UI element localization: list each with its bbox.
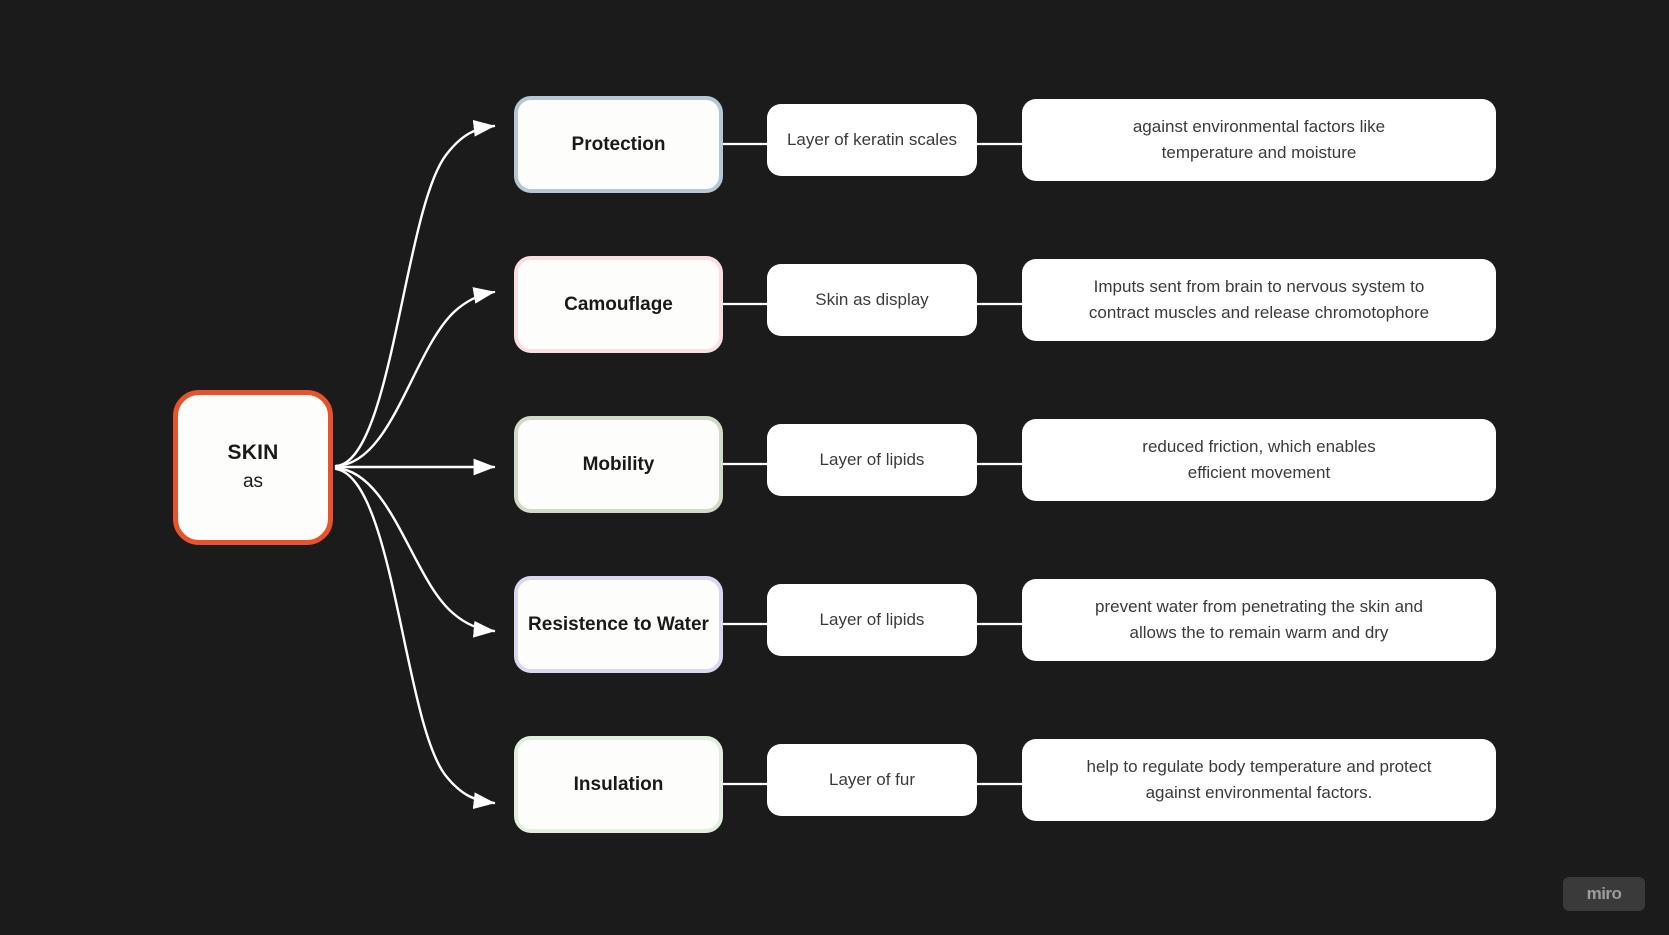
- detail-node-mobility[interactable]: reduced friction, which enables efficien…: [1022, 419, 1496, 501]
- branch-label: Camouflage: [564, 293, 673, 315]
- branch-node-resistence-to-water[interactable]: Resistence to Water: [514, 576, 723, 673]
- edge-root-to-camouflage: [334, 287, 496, 468]
- detail-label: reduced friction, which enables efficien…: [1142, 436, 1376, 482]
- root-node-skin[interactable]: SKIN as: [173, 390, 333, 545]
- mechanism-label: Layer of keratin scales: [786, 129, 958, 149]
- detail-node-protection[interactable]: against environmental factors like tempe…: [1022, 99, 1496, 181]
- root-node-subtitle: as: [242, 471, 264, 493]
- mechanism-label: Skin as display: [815, 289, 929, 309]
- branch-label: Mobility: [582, 453, 655, 475]
- mechanism-node-insulation[interactable]: Layer of fur: [767, 744, 977, 816]
- edge-root-to-resistence: [334, 466, 496, 638]
- detail-node-insulation[interactable]: help to regulate body temperature and pr…: [1022, 739, 1496, 821]
- mechanism-node-camouflage[interactable]: Skin as display: [767, 264, 977, 336]
- edge-root-to-insulation: [334, 467, 496, 810]
- branch-label: Insulation: [573, 773, 664, 795]
- mechanism-label: Layer of lipids: [819, 449, 925, 469]
- mechanism-node-resistence-to-water[interactable]: Layer of lipids: [767, 584, 977, 656]
- branch-node-insulation[interactable]: Insulation: [514, 736, 723, 833]
- detail-label: help to regulate body temperature and pr…: [1086, 756, 1432, 802]
- mechanism-label: Layer of lipids: [819, 609, 925, 629]
- root-node-title: SKIN: [227, 441, 279, 465]
- detail-label: against environmental factors like tempe…: [1132, 116, 1386, 162]
- branch-node-protection[interactable]: Protection: [514, 96, 723, 193]
- mechanism-node-mobility[interactable]: Layer of lipids: [767, 424, 977, 496]
- miro-watermark: miro: [1563, 877, 1645, 911]
- mechanism-label: Layer of fur: [829, 769, 915, 789]
- branch-node-mobility[interactable]: Mobility: [514, 416, 723, 513]
- detail-node-resistence-to-water[interactable]: prevent water from penetrating the skin …: [1022, 579, 1496, 661]
- detail-node-camouflage[interactable]: Imputs sent from brain to nervous system…: [1022, 259, 1496, 341]
- branch-label: Protection: [571, 133, 666, 155]
- detail-label: prevent water from penetrating the skin …: [1095, 596, 1423, 642]
- branch-node-camouflage[interactable]: Camouflage: [514, 256, 723, 353]
- detail-label: Imputs sent from brain to nervous system…: [1088, 276, 1430, 322]
- mechanism-node-protection[interactable]: Layer of keratin scales: [767, 104, 977, 176]
- edge-root-to-protection: [334, 119, 496, 468]
- mindmap-canvas: SKIN as Protection Camouflage Mobility R…: [0, 0, 1669, 935]
- branch-label: Resistence to Water: [528, 613, 709, 635]
